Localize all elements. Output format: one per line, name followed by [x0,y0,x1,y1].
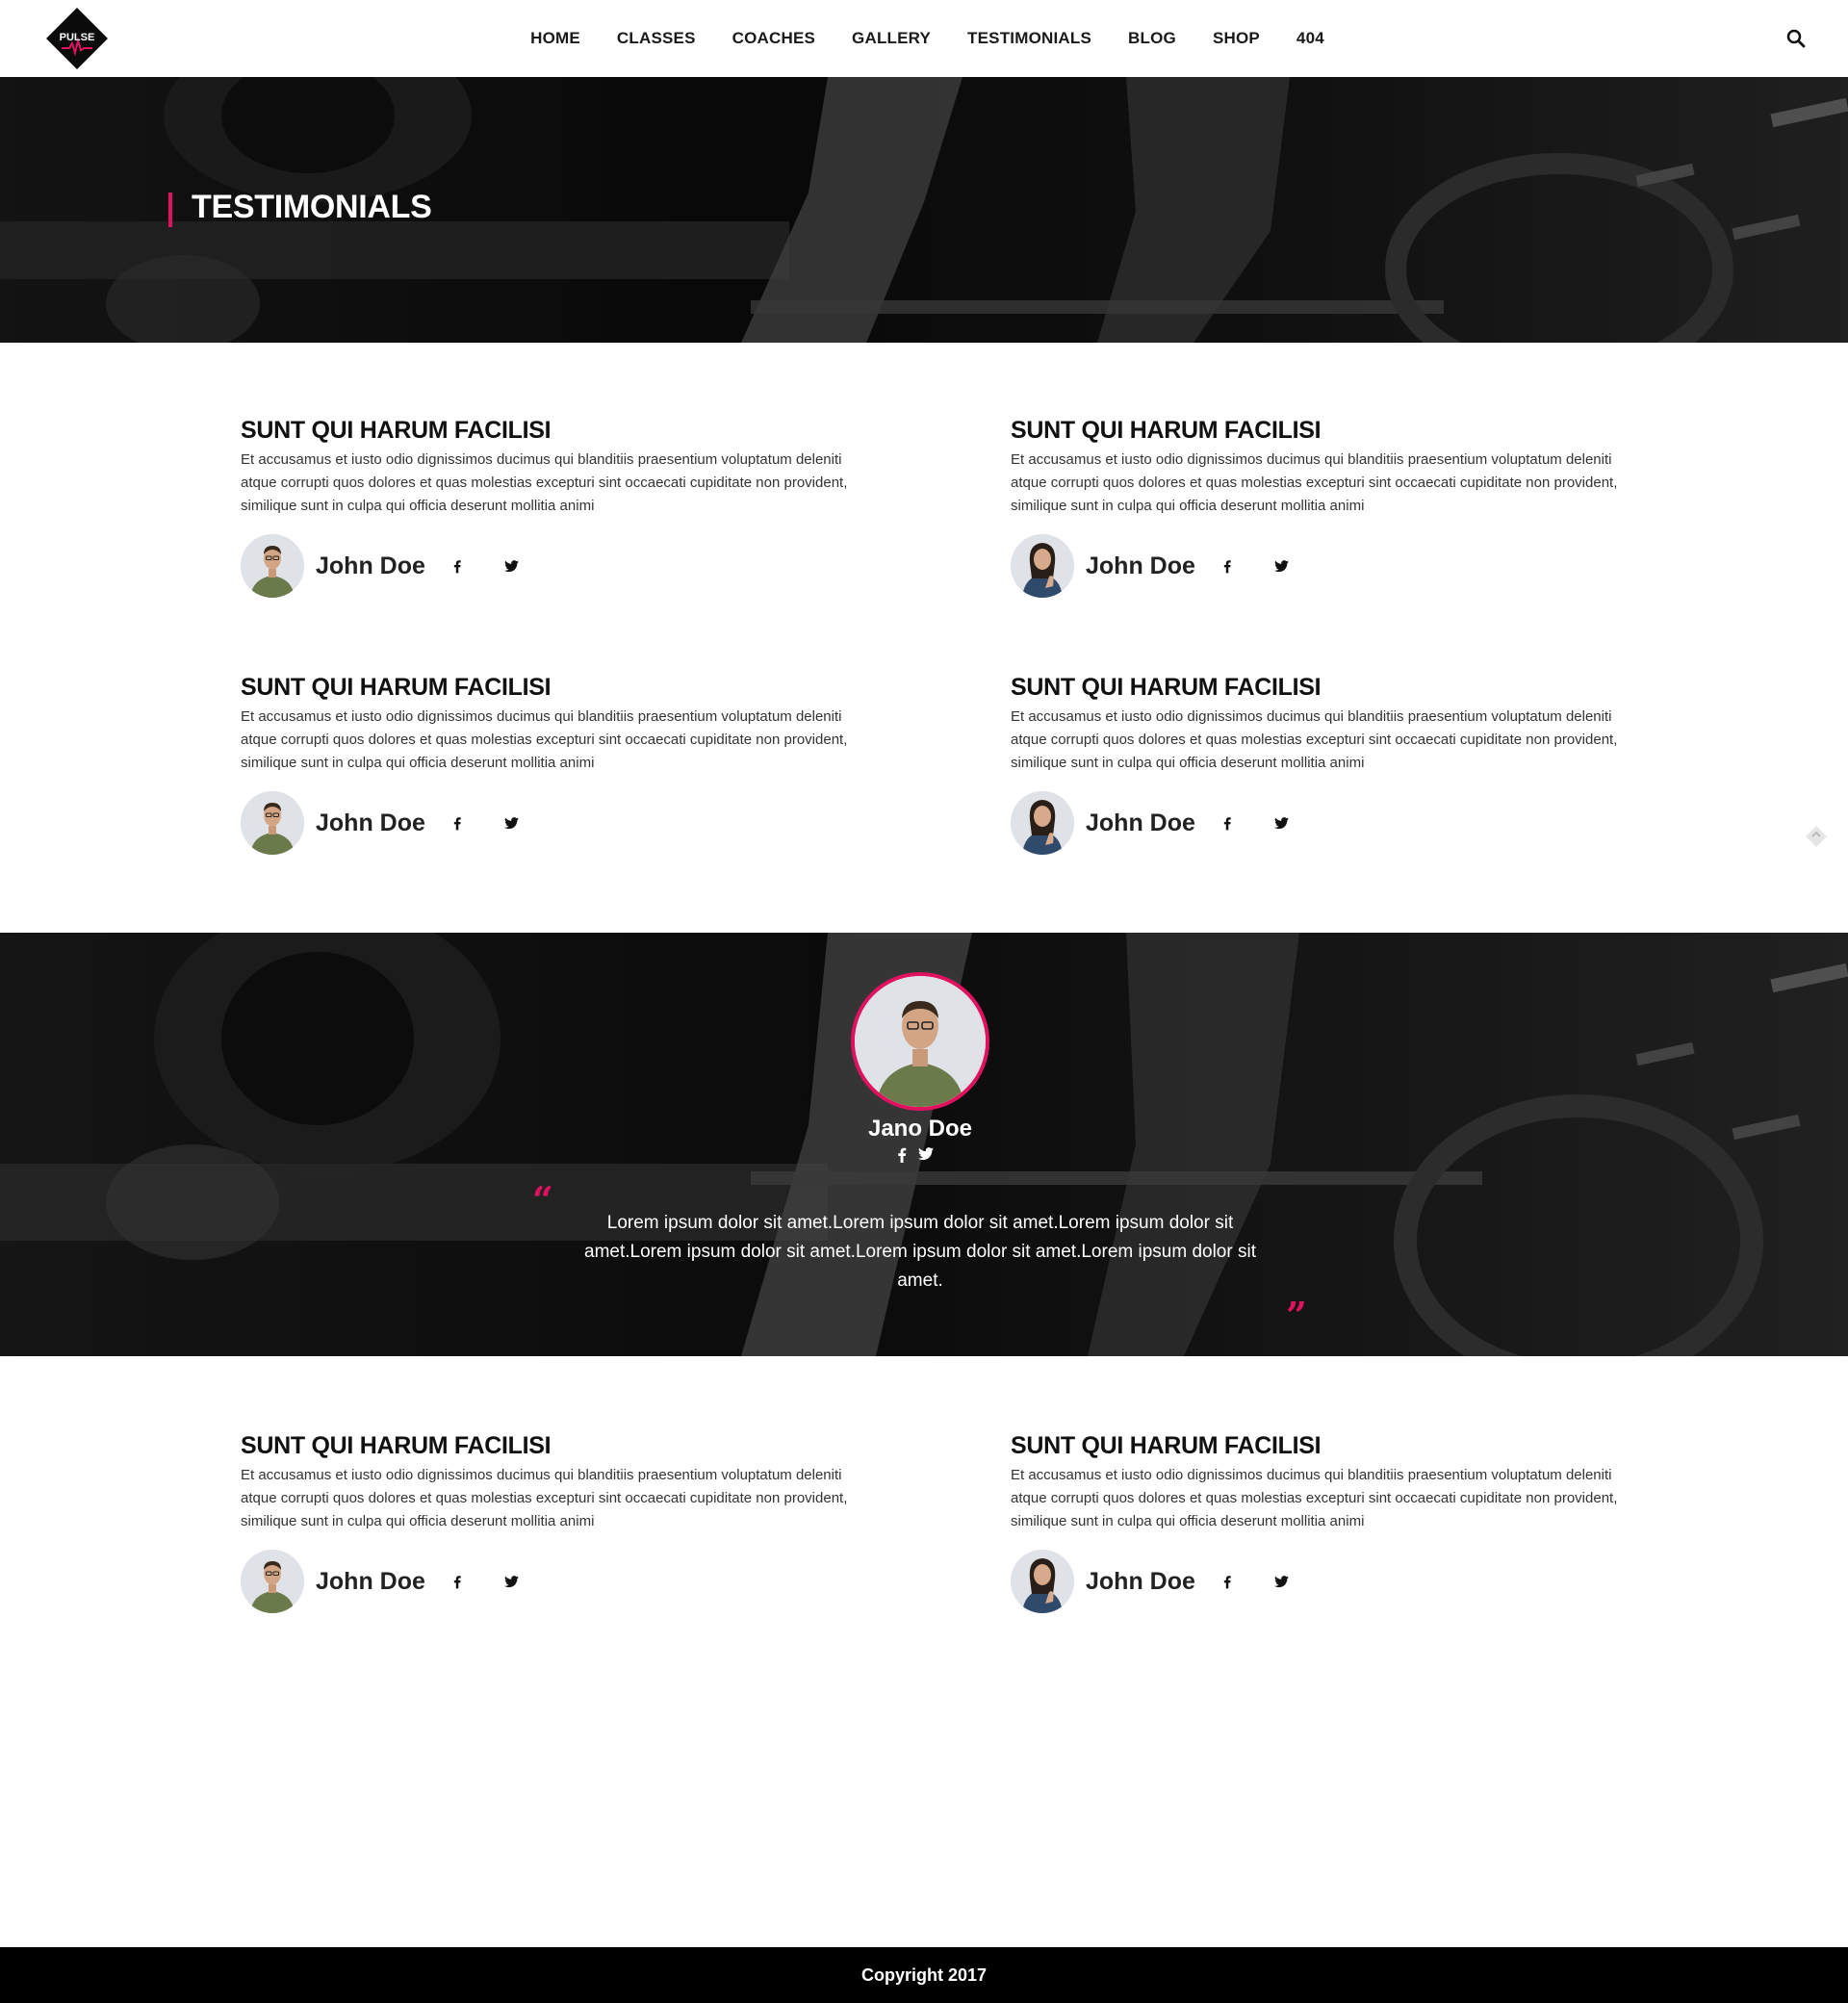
testimonial-title: SUNT QUI HARUM FACILISI [1011,417,1322,444]
testimonial-author: John Doe [1011,534,1323,598]
testimonial-card: SUNT QUI HARUM FACILISI Et accusamus et i… [241,673,857,865]
copyright-text: Copyright 2017 [860,1964,988,1985]
testimonial-card: SUNT QUI HARUM FACILISI Et accusamus et i… [1011,673,1627,865]
testimonial-text: Et accusamus et iusto odio dignissimos d… [241,1467,848,1529]
page-hero: TESTIMONIALS [0,77,1848,343]
nav-coaches[interactable]: COACHES [732,29,815,48]
testimonial-card: SUNT QUI HARUM FACILISI Et accusamus et i… [1011,1431,1627,1624]
twitter-icon[interactable] [500,811,523,835]
nav-testimonials[interactable]: TESTIMONIALS [967,29,1091,48]
author-avatar [1011,791,1074,855]
nav-gallery[interactable]: GALLERY [852,29,931,48]
testimonial-title: SUNT QUI HARUM FACILISI [1011,674,1322,701]
nav-blog[interactable]: BLOG [1128,29,1176,48]
testimonial-text: Et accusamus et iusto odio dignissimos d… [1011,1467,1618,1529]
testimonial-text: Et accusamus et iusto odio dignissimos d… [1011,451,1618,514]
author-name: John Doe [1086,809,1195,836]
facebook-icon[interactable] [895,1147,909,1168]
facebook-icon[interactable] [1216,811,1239,835]
nav-classes[interactable]: CLASSES [617,29,696,48]
twitter-icon[interactable] [500,554,523,578]
featured-quote-text: Lorem ipsum dolor sit amet.Lorem ipsum d… [584,1213,1256,1291]
twitter-icon[interactable] [1270,811,1293,835]
search-icon[interactable] [1786,29,1806,48]
author-avatar [241,1550,304,1613]
site-header: PULSE HOME CLASSES COACHES GALLERY TESTI… [0,0,1848,77]
page-title: TESTIMONIALS [192,189,432,225]
testimonial-card: SUNT QUI HARUM FACILISI Et accusamus et i… [241,1431,857,1624]
testimonial-author: John Doe [241,791,553,855]
testimonial-title: SUNT QUI HARUM FACILISI [1011,1432,1322,1459]
testimonial-card: SUNT QUI HARUM FACILISI Et accusamus et i… [241,416,857,608]
testimonial-author: John Doe [1011,1550,1323,1613]
featured-social-links [895,1147,934,1168]
author-avatar [241,791,304,855]
testimonial-title: SUNT QUI HARUM FACILISI [241,417,552,444]
testimonial-author: John Doe [241,1550,553,1613]
featured-avatar [851,972,989,1111]
testimonial-title: SUNT QUI HARUM FACILISI [241,674,552,701]
author-name: John Doe [1086,552,1195,579]
testimonial-title: SUNT QUI HARUM FACILISI [241,1432,552,1459]
author-avatar [241,534,304,598]
scroll-tag-icon[interactable] [1804,824,1829,849]
facebook-icon[interactable] [1216,1570,1239,1593]
close-quote-mark: ” [1286,1294,1307,1337]
facebook-icon[interactable] [446,1570,469,1593]
testimonial-text: Et accusamus et iusto odio dignissimos d… [241,708,848,771]
author-name: John Doe [1086,1567,1195,1595]
author-avatar [1011,1550,1074,1613]
author-name: John Doe [316,1567,425,1595]
site-footer: Copyright 2017 [0,1947,1848,2003]
testimonial-text: Et accusamus et iusto odio dignissimos d… [1011,708,1618,771]
featured-author-name: Jano Doe [867,1116,973,1142]
twitter-icon[interactable] [918,1147,934,1168]
hero-title-accent-bar [168,193,172,227]
testimonial-author: John Doe [1011,791,1323,855]
twitter-icon[interactable] [1270,1570,1293,1593]
author-avatar [1011,534,1074,598]
open-quote-mark: “ [532,1178,553,1221]
facebook-icon[interactable] [446,554,469,578]
nav-404[interactable]: 404 [1296,29,1324,48]
facebook-icon[interactable] [1216,554,1239,578]
author-name: John Doe [316,809,425,836]
twitter-icon[interactable] [1270,554,1293,578]
nav-home[interactable]: HOME [530,29,580,48]
twitter-icon[interactable] [500,1570,523,1593]
testimonial-text: Et accusamus et iusto odio dignissimos d… [241,451,848,514]
main-nav: HOME CLASSES COACHES GALLERY TESTIMONIAL… [0,0,1848,77]
facebook-icon[interactable] [446,811,469,835]
testimonial-author: John Doe [241,534,553,598]
testimonial-card: SUNT QUI HARUM FACILISI Et accusamus et i… [1011,416,1627,608]
nav-shop[interactable]: SHOP [1213,29,1260,48]
author-name: John Doe [316,552,425,579]
